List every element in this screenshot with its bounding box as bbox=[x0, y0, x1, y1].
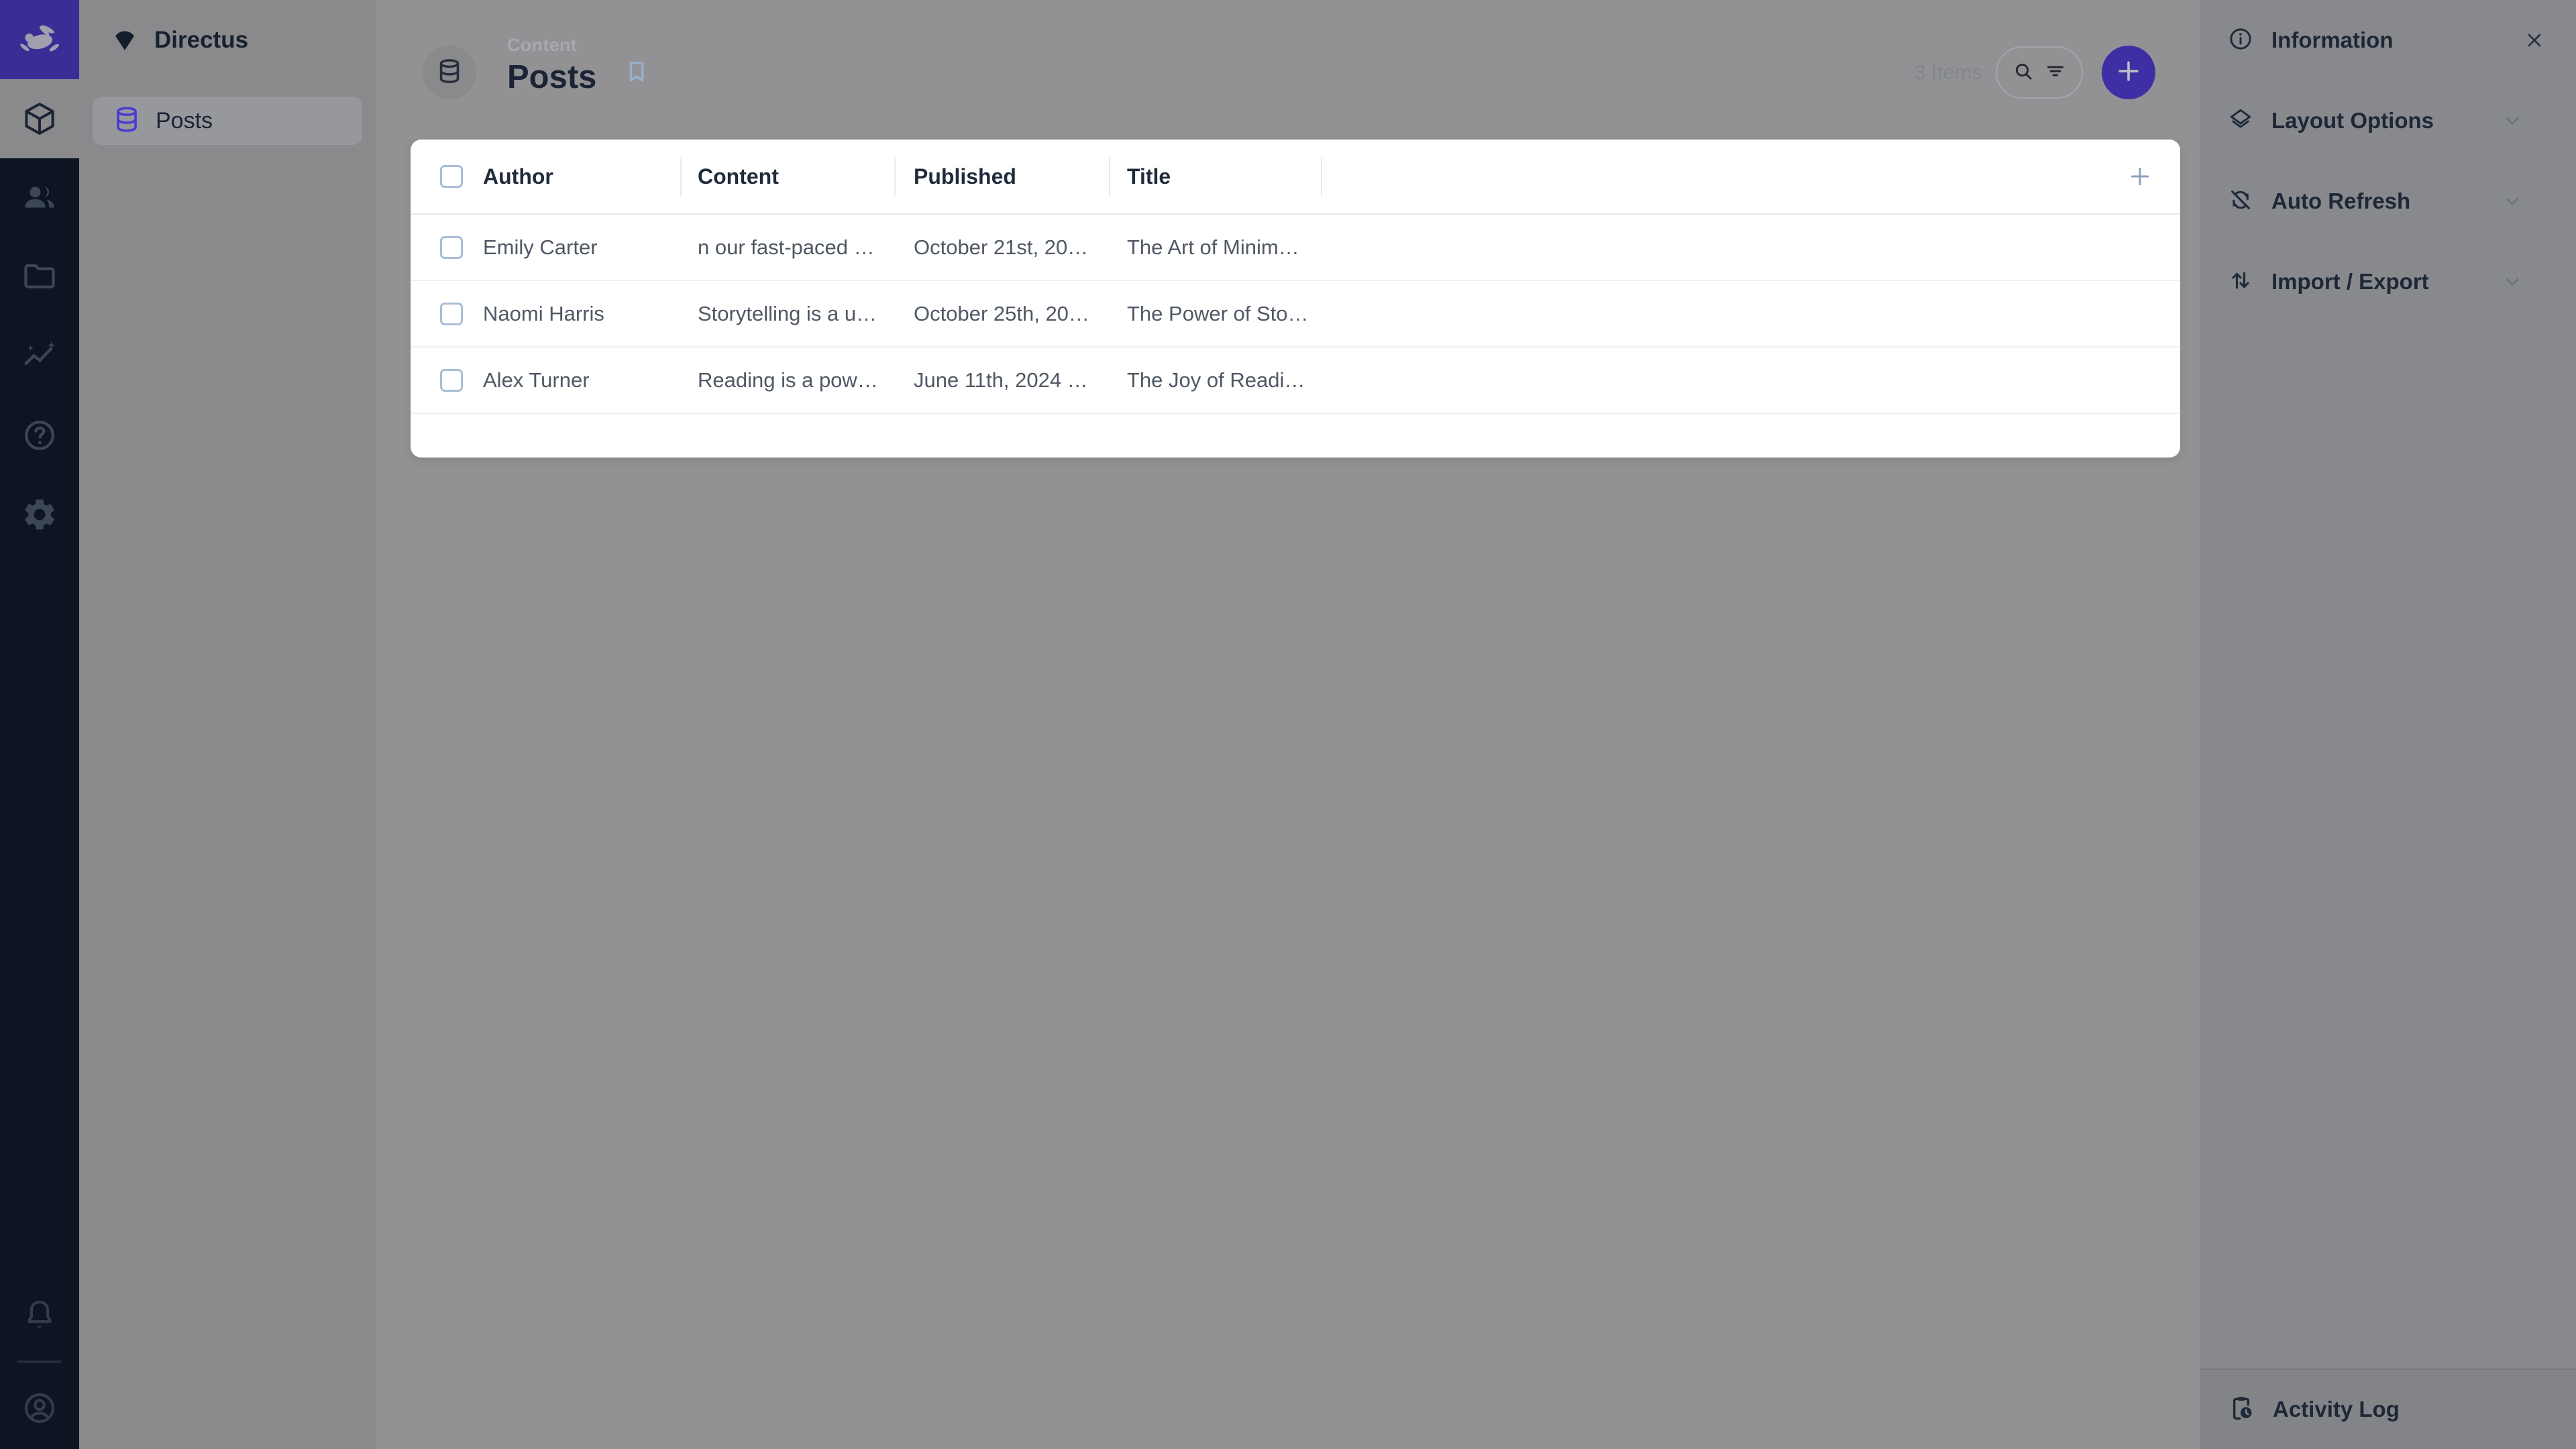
sidebar-section-label: Layout Options bbox=[2271, 108, 2434, 133]
bookmark-button[interactable] bbox=[623, 58, 651, 89]
module-content[interactable] bbox=[0, 79, 79, 158]
close-sidebar-button[interactable] bbox=[2524, 30, 2545, 51]
directus-project-icon bbox=[110, 24, 140, 57]
row-select-cell bbox=[411, 303, 483, 325]
cell-published: October 25th, 20… bbox=[914, 302, 1109, 326]
users-icon bbox=[21, 179, 58, 217]
project-header[interactable]: Directus bbox=[79, 0, 376, 80]
page-header: Content Posts 3 Items bbox=[376, 0, 2200, 145]
module-bar-divider bbox=[17, 1360, 62, 1363]
sidebar-section-information[interactable]: Information bbox=[2200, 0, 2576, 80]
cell-published: October 21st, 20… bbox=[914, 235, 1109, 260]
gear-icon bbox=[21, 496, 58, 533]
table-row[interactable]: Alex Turner Reading is a pow… June 11th,… bbox=[411, 347, 2180, 414]
info-icon bbox=[2227, 25, 2254, 56]
cell-title: The Art of Minim… bbox=[1127, 235, 1322, 260]
title-block: Content Posts bbox=[507, 35, 596, 96]
account-button[interactable] bbox=[0, 1368, 79, 1448]
activity-log-button[interactable]: Activity Log bbox=[2200, 1368, 2576, 1449]
activity-log-label: Activity Log bbox=[2273, 1397, 2400, 1422]
table-row[interactable]: Naomi Harris Storytelling is a u… Octobe… bbox=[411, 281, 2180, 347]
sidebar-section-label: Auto Refresh bbox=[2271, 189, 2410, 214]
help-icon bbox=[21, 417, 58, 454]
sync-disabled-icon bbox=[2227, 186, 2254, 217]
account-circle-icon bbox=[21, 1389, 58, 1427]
items-count: 3 Items bbox=[1914, 0, 1982, 145]
bell-icon bbox=[21, 1297, 58, 1334]
filter-icon[interactable] bbox=[2043, 59, 2068, 87]
cell-title: The Power of Sto… bbox=[1127, 302, 1322, 326]
create-item-button[interactable] bbox=[2102, 46, 2155, 99]
cell-author: Alex Turner bbox=[483, 368, 680, 392]
module-insights[interactable] bbox=[0, 317, 79, 396]
main-content: Content Posts 3 Items bbox=[376, 0, 2200, 1449]
sidebar-section-layout-options[interactable]: Layout Options bbox=[2200, 80, 2576, 161]
module-file-library[interactable] bbox=[0, 237, 79, 317]
collection-icon-button[interactable] bbox=[423, 46, 476, 99]
row-checkbox[interactable] bbox=[440, 303, 463, 325]
swap-vert-icon bbox=[2227, 267, 2254, 297]
notifications-button[interactable] bbox=[0, 1276, 79, 1355]
chevron-down-icon[interactable] bbox=[2501, 109, 2524, 132]
select-all-cell bbox=[411, 165, 483, 188]
select-all-checkbox[interactable] bbox=[440, 165, 463, 188]
row-checkbox[interactable] bbox=[440, 369, 463, 392]
rabbit-logo-icon bbox=[15, 15, 64, 64]
row-select-cell bbox=[411, 236, 483, 259]
module-documentation[interactable] bbox=[0, 396, 79, 475]
close-icon bbox=[2524, 30, 2545, 51]
project-name: Directus bbox=[154, 27, 248, 54]
sidebar-section-auto-refresh[interactable]: Auto Refresh bbox=[2200, 161, 2576, 241]
search-filter-pill[interactable] bbox=[1996, 46, 2083, 99]
chevron-down-icon[interactable] bbox=[2501, 270, 2524, 293]
sidebar-section-import-export[interactable]: Import / Export bbox=[2200, 241, 2576, 322]
column-header-published[interactable]: Published bbox=[894, 164, 1109, 189]
column-header-title[interactable]: Title bbox=[1109, 164, 1322, 189]
page-title: Posts bbox=[507, 58, 596, 96]
directus-app: Directus Posts bbox=[0, 0, 2576, 1449]
cell-title: The Joy of Readi… bbox=[1127, 368, 1322, 392]
database-icon bbox=[435, 56, 464, 89]
add-column-button[interactable] bbox=[2127, 163, 2153, 190]
cube-icon bbox=[21, 100, 58, 138]
cell-content: Reading is a pow… bbox=[698, 368, 894, 392]
bookmark-icon bbox=[623, 77, 651, 89]
cell-published: June 11th, 2024 … bbox=[914, 368, 1109, 392]
sidebar-section-label: Import / Export bbox=[2271, 269, 2429, 294]
directus-logo-tile[interactable] bbox=[0, 0, 79, 79]
database-icon bbox=[111, 104, 142, 138]
column-header-content[interactable]: Content bbox=[680, 164, 894, 189]
layers-icon bbox=[2227, 106, 2254, 136]
cell-content: n our fast-paced … bbox=[698, 235, 894, 260]
right-sidebar: Information Layout Options bbox=[2200, 0, 2576, 1449]
nav-item-posts[interactable]: Posts bbox=[93, 97, 362, 145]
folder-icon bbox=[21, 258, 58, 296]
module-settings[interactable] bbox=[0, 475, 79, 554]
row-checkbox[interactable] bbox=[440, 236, 463, 259]
items-table: Author Content Published Title Emily Car… bbox=[411, 140, 2180, 458]
row-select-cell bbox=[411, 369, 483, 392]
search-icon[interactable] bbox=[2011, 59, 2035, 87]
sidebar-section-label: Information bbox=[2271, 28, 2393, 53]
clipboard-clock-icon bbox=[2227, 1394, 2255, 1426]
plus-icon bbox=[2114, 56, 2143, 89]
chevron-down-icon[interactable] bbox=[2501, 190, 2524, 213]
navigation-panel: Directus Posts bbox=[79, 0, 376, 1449]
insights-icon bbox=[21, 337, 58, 375]
module-user-directory[interactable] bbox=[0, 158, 79, 237]
module-bar bbox=[0, 0, 79, 1449]
breadcrumb[interactable]: Content bbox=[507, 35, 596, 56]
cell-author: Emily Carter bbox=[483, 235, 680, 260]
cell-content: Storytelling is a u… bbox=[698, 302, 894, 326]
nav-item-label: Posts bbox=[156, 108, 213, 134]
table-header-row: Author Content Published Title bbox=[411, 140, 2180, 215]
table-row[interactable]: Emily Carter n our fast-paced … October … bbox=[411, 215, 2180, 281]
header-spacer bbox=[1322, 140, 2180, 213]
column-header-author[interactable]: Author bbox=[483, 164, 680, 189]
cell-author: Naomi Harris bbox=[483, 302, 680, 326]
